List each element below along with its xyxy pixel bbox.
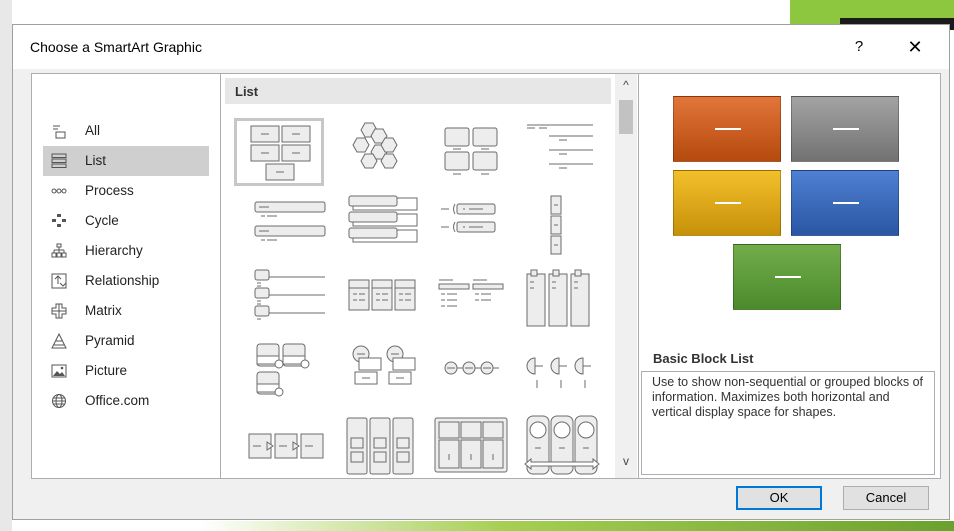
category-label: Picture [85, 363, 128, 378]
background-left [0, 0, 12, 531]
layout-circle-accent-list[interactable] [335, 340, 425, 408]
title-bar: Choose a SmartArt Graphic ? ✕ [13, 25, 949, 69]
category-label: Office.com [85, 393, 150, 408]
category-label: Matrix [85, 303, 122, 318]
layout-title: Basic Block List [653, 351, 754, 366]
layout-hierarchy-list[interactable] [427, 266, 517, 334]
layout-vertical-bracket-list[interactable] [519, 266, 609, 334]
help-button[interactable]: ? [847, 35, 871, 59]
category-label: Hierarchy [85, 243, 143, 258]
scroll-thumb[interactable] [619, 100, 633, 134]
gallery-header: List [225, 78, 611, 104]
ok-button[interactable]: OK [736, 486, 822, 510]
layout-lined-list[interactable] [519, 118, 609, 186]
category-relationship[interactable]: Relationship [43, 266, 209, 296]
cycle-icon [52, 214, 66, 227]
relationship-icon [51, 273, 67, 289]
category-hierarchy[interactable]: Hierarchy [43, 236, 209, 266]
gallery-header-label: List [235, 84, 259, 99]
category-all[interactable]: All [43, 116, 209, 146]
preview-block-yellow [673, 170, 781, 236]
layout-vertical-box-list[interactable] [335, 192, 425, 260]
preview-block-green [733, 244, 841, 310]
picture-icon [51, 364, 67, 378]
layout-grouped-list[interactable] [335, 266, 425, 334]
layout-picture-accent-list[interactable] [243, 340, 333, 408]
matrix-icon [51, 303, 67, 319]
category-list: All List Process Cycle Hierarchy Relatio… [31, 73, 221, 479]
layout-grouped-boxes[interactable] [427, 414, 517, 482]
category-cycle[interactable]: Cycle [43, 206, 209, 236]
scroll-down-button[interactable]: v [615, 454, 637, 472]
category-label: Cycle [85, 213, 119, 228]
category-pyramid[interactable]: Pyramid [43, 326, 209, 356]
layout-bending-picture-list[interactable] [427, 340, 517, 408]
layout-stacked-trapezoids[interactable] [335, 414, 425, 482]
cancel-button[interactable]: Cancel [843, 486, 929, 510]
layout-circle-arrow-list[interactable] [519, 414, 609, 482]
list-icon [51, 153, 67, 168]
background-slide-bottom [200, 521, 954, 531]
layout-description: Use to show non-sequential or grouped bl… [641, 371, 935, 475]
category-list-item[interactable]: List [43, 146, 209, 176]
preview-panel: Basic Block List Use to show non-sequent… [639, 73, 941, 479]
gallery-scrollbar[interactable]: ^ v [615, 74, 637, 478]
layout-table-list[interactable] [243, 266, 333, 334]
hierarchy-icon [51, 243, 67, 258]
preview-block-gray [791, 96, 899, 162]
dialog-title: Choose a SmartArt Graphic [30, 39, 202, 55]
layout-process-accent-list[interactable] [243, 414, 333, 482]
preview-block-orange [673, 96, 781, 162]
category-process[interactable]: Process [43, 176, 209, 206]
category-label: Relationship [85, 273, 160, 288]
preview-block-blue [791, 170, 899, 236]
category-label: All [85, 123, 101, 138]
globe-icon [52, 394, 66, 408]
layout-picture-caption-list[interactable] [427, 118, 517, 186]
category-picture[interactable]: Picture [43, 356, 209, 386]
process-icon [51, 188, 67, 194]
category-label: Process [85, 183, 134, 198]
layout-half-circle-list[interactable] [519, 340, 609, 408]
layout-stacked-list[interactable] [519, 192, 609, 260]
smartart-dialog: Choose a SmartArt Graphic ? ✕ All List P… [12, 24, 950, 520]
close-button[interactable]: ✕ [903, 35, 927, 59]
layout-alternating-hexagons[interactable] [335, 118, 425, 186]
category-label: List [85, 153, 107, 168]
pyramid-icon [51, 333, 67, 349]
category-matrix[interactable]: Matrix [43, 296, 209, 326]
category-office-com[interactable]: Office.com [43, 386, 209, 416]
layout-basic-block-list[interactable] [234, 118, 324, 186]
layout-gallery: List ^ v [221, 73, 639, 479]
scroll-up-button[interactable]: ^ [615, 78, 637, 96]
layout-horizontal-bullet-list[interactable] [427, 192, 517, 260]
layout-vertical-bullet-list[interactable] [243, 192, 333, 260]
all-icon [53, 125, 66, 139]
category-label: Pyramid [85, 333, 135, 348]
